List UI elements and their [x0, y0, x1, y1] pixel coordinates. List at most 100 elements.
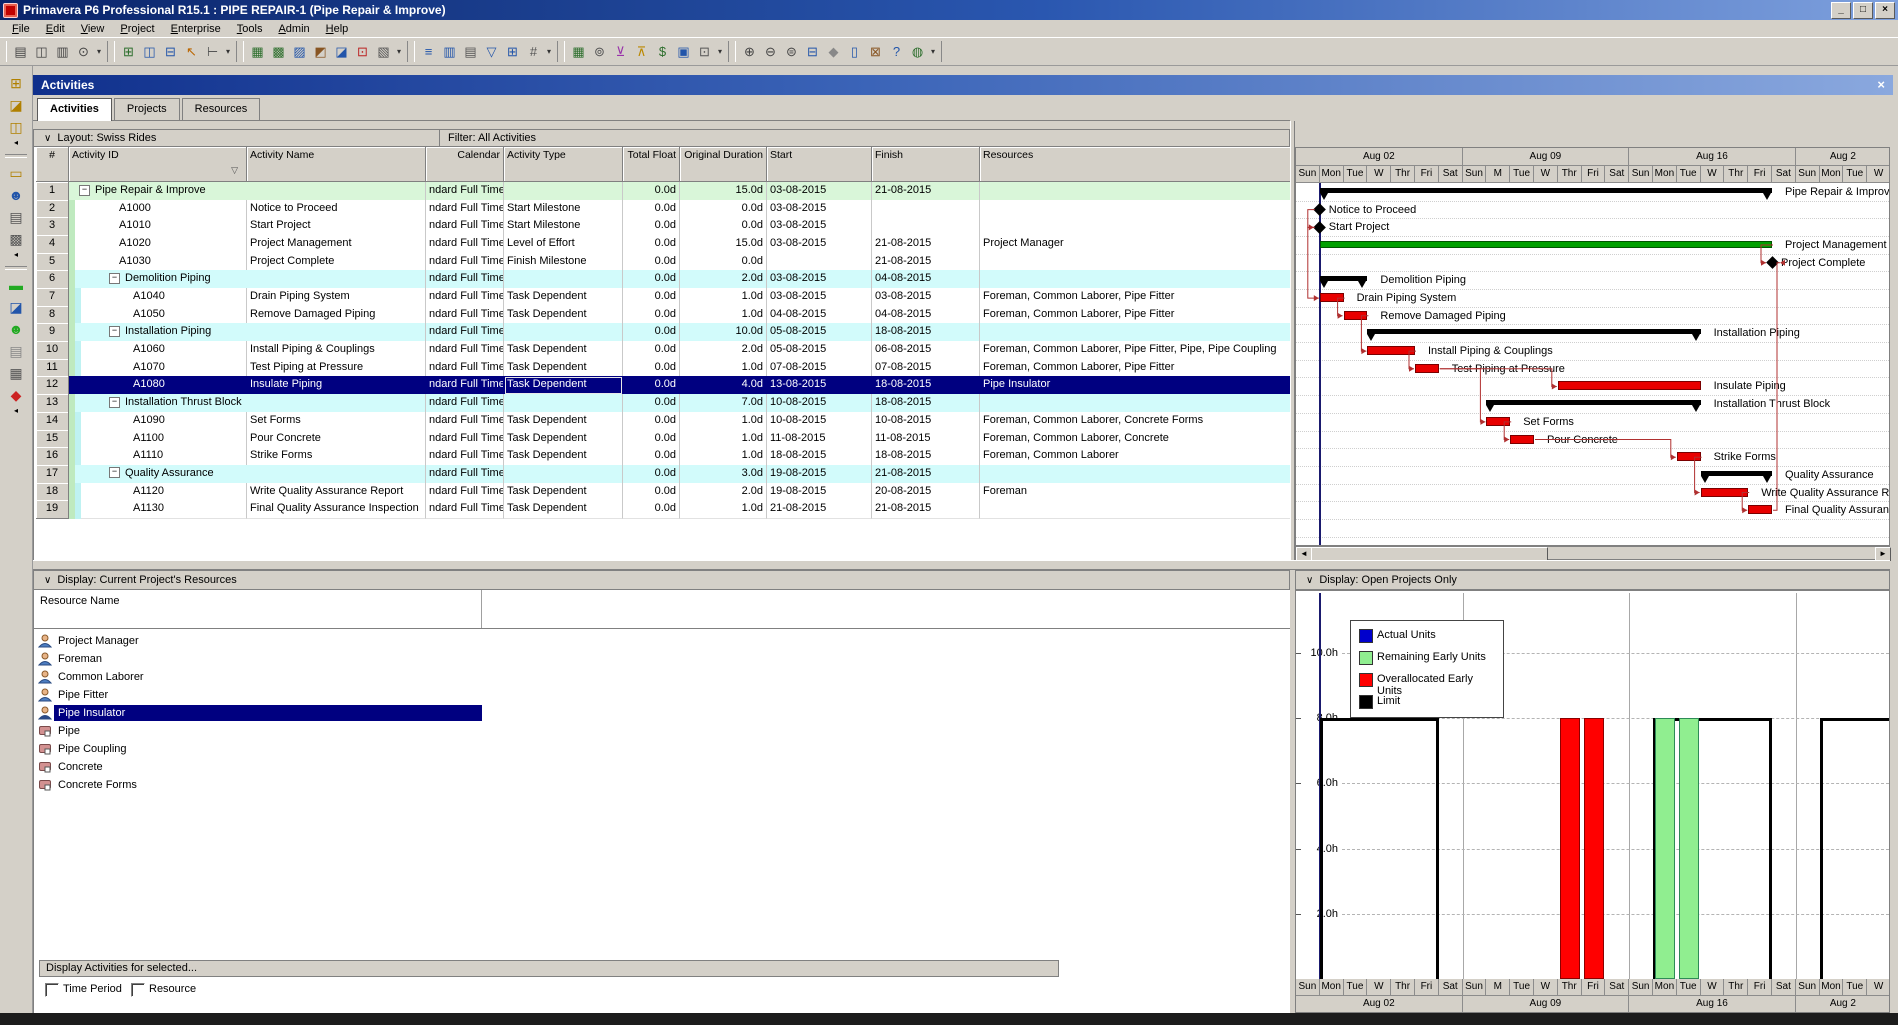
- documents-window-icon[interactable]: ▤: [6, 341, 27, 361]
- resources-view-icon[interactable]: ▨: [290, 42, 309, 61]
- timescale-day-cell[interactable]: Fri: [1581, 166, 1606, 183]
- calendar-cell[interactable]: ndard Full Time: [426, 305, 504, 325]
- gantt-summary-bar[interactable]: [1486, 400, 1701, 406]
- collapse-icon[interactable]: −: [109, 396, 120, 408]
- start-date-cell[interactable]: 03-08-2015: [767, 235, 872, 254]
- activity-id-cell[interactable]: A1090: [69, 411, 247, 431]
- layout-options-bar[interactable]: ∨ Layout: Swiss Rides Filter: All Activi…: [33, 129, 1290, 147]
- total-float-cell[interactable]: 0.0d: [623, 323, 680, 343]
- start-date-cell[interactable]: 10-08-2015: [767, 394, 872, 413]
- finish-date-cell[interactable]: 21-08-2015: [872, 464, 980, 484]
- calendar-cell[interactable]: ndard Full Time: [426, 217, 504, 237]
- resources-cell[interactable]: [980, 199, 1290, 219]
- timescale-day-cell[interactable]: Mon: [1319, 166, 1344, 183]
- resources-cell[interactable]: Pipe Insulator: [980, 376, 1290, 396]
- activity-name-cell[interactable]: Pour Concrete: [247, 429, 426, 449]
- total-float-cell[interactable]: 0.0d: [623, 411, 680, 431]
- timescale-day-cell[interactable]: Tue: [1676, 166, 1701, 183]
- schedule-icon[interactable]: ▦: [569, 42, 588, 61]
- activity-name-cell[interactable]: Remove Damaged Piping: [247, 305, 426, 325]
- resources-cell[interactable]: Foreman, Common Laborer, Concrete: [980, 429, 1290, 449]
- activity-name-cell[interactable]: Drain Piping System: [247, 288, 426, 307]
- resources-cell[interactable]: Foreman, Common Laborer, Pipe Fitter, Pi…: [980, 341, 1290, 360]
- activities-window-icon[interactable]: ▬: [6, 275, 27, 295]
- column-header--[interactable]: #: [36, 147, 69, 182]
- total-float-cell[interactable]: 0.0d: [623, 199, 680, 219]
- activity-id-cell[interactable]: A1010: [69, 217, 247, 237]
- column-header-original-duration[interactable]: Original Duration: [680, 147, 767, 182]
- activity-type-cell[interactable]: Task Dependent: [504, 341, 623, 360]
- chevron-down-icon[interactable]: ∨: [44, 133, 51, 144]
- start-date-cell[interactable]: 10-08-2015: [767, 411, 872, 431]
- bars-icon[interactable]: ≡: [419, 42, 438, 61]
- resource-list-item[interactable]: Concrete: [36, 758, 1290, 776]
- resource-list-item[interactable]: Foreman: [36, 650, 1290, 668]
- cost-icon[interactable]: $: [653, 42, 672, 61]
- calendar-cell[interactable]: ndard Full Time: [426, 429, 504, 449]
- total-float-cell[interactable]: 0.0d: [623, 500, 680, 519]
- timescale-week-cell[interactable]: Aug 02: [1296, 148, 1463, 166]
- original-duration-cell[interactable]: 15.0d: [680, 235, 767, 254]
- finish-date-cell[interactable]: 18-08-2015: [872, 394, 980, 413]
- calendar-cell[interactable]: ndard Full Time: [426, 411, 504, 431]
- total-float-cell[interactable]: 0.0d: [623, 252, 680, 272]
- calendar-cell[interactable]: ndard Full Time: [426, 394, 504, 413]
- timescale-day-cell[interactable]: Tue: [1343, 166, 1368, 183]
- column-header-calendar[interactable]: Calendar: [426, 147, 504, 182]
- activity-id-cell[interactable]: A1070: [69, 358, 247, 378]
- layout-icon[interactable]: ◫: [140, 42, 159, 61]
- gantt-task-bar[interactable]: [1700, 487, 1749, 497]
- timescale-day-cell[interactable]: W: [1867, 166, 1889, 183]
- activity-type-cell[interactable]: [504, 394, 623, 413]
- timescale-day-cell[interactable]: Sat: [1438, 166, 1463, 183]
- tab-projects[interactable]: Projects: [113, 98, 180, 120]
- table-font-icon[interactable]: ▤: [461, 42, 480, 61]
- start-date-cell[interactable]: 18-08-2015: [767, 447, 872, 466]
- column-header-total-float[interactable]: Total Float: [623, 147, 680, 182]
- calendar-cell[interactable]: ndard Full Time: [426, 182, 504, 201]
- scroll-left-arrow[interactable]: ◄: [1296, 547, 1312, 561]
- original-duration-cell[interactable]: 4.0d: [680, 376, 767, 396]
- resources-cell[interactable]: Foreman: [980, 482, 1290, 502]
- timescale-day-cell[interactable]: M: [1486, 166, 1511, 183]
- risks-window-icon[interactable]: ◆: [6, 385, 27, 405]
- activity-id-cell[interactable]: A1080: [69, 376, 247, 396]
- activity-name-cell[interactable]: Project Management: [247, 235, 426, 254]
- timescale-day-cell[interactable]: W: [1700, 166, 1725, 183]
- resources-cell[interactable]: [980, 217, 1290, 237]
- import-project-icon[interactable]: ◫: [6, 117, 27, 137]
- activity-name-cell[interactable]: Strike Forms: [247, 447, 426, 466]
- split-icon[interactable]: ⊟: [803, 42, 822, 61]
- attachment-icon[interactable]: ◆: [824, 42, 843, 61]
- activity-id-cell[interactable]: A1110: [69, 447, 247, 466]
- close-icon[interactable]: ×: [1877, 77, 1885, 92]
- gantt-task-bar[interactable]: [1343, 310, 1368, 320]
- resources-cell[interactable]: [980, 252, 1290, 272]
- activity-name-cell[interactable]: Insulate Piping: [247, 376, 426, 396]
- column-header-activity-name[interactable]: Activity Name: [247, 147, 426, 182]
- timescale-day-cell[interactable]: Fri: [1748, 166, 1772, 183]
- dropdown-caret-icon[interactable]: ▾: [716, 42, 724, 61]
- original-duration-cell[interactable]: 3.0d: [680, 464, 767, 484]
- original-duration-cell[interactable]: 2.0d: [680, 341, 767, 360]
- chevron-down-icon[interactable]: ∨: [1306, 575, 1313, 586]
- row-number-cell[interactable]: 19: [36, 500, 69, 519]
- timescale-week-cell[interactable]: Aug 16: [1629, 148, 1796, 166]
- activity-type-cell[interactable]: Task Dependent: [504, 358, 623, 378]
- menu-item-admin[interactable]: Admin: [270, 21, 317, 37]
- zoom-out-icon[interactable]: ⊖: [761, 42, 780, 61]
- gantt-task-bar[interactable]: [1748, 505, 1772, 515]
- gantt-milestone-icon[interactable]: [1313, 220, 1327, 234]
- timescale-week-cell[interactable]: Aug 09: [1462, 148, 1630, 166]
- activity-name-cell[interactable]: Final Quality Assurance Inspection: [247, 500, 426, 519]
- tab-activities[interactable]: Activities: [37, 98, 112, 121]
- resources-cell[interactable]: [980, 323, 1290, 343]
- original-duration-cell[interactable]: 15.0d: [680, 182, 767, 201]
- start-date-cell[interactable]: 13-08-2015: [767, 376, 872, 396]
- menu-item-tools[interactable]: Tools: [229, 21, 271, 37]
- gantt-summary-bar[interactable]: [1319, 188, 1772, 193]
- column-header-resources[interactable]: Resources: [980, 147, 1290, 182]
- gantt-milestone-icon[interactable]: [1313, 203, 1327, 217]
- print-preview-icon[interactable]: ◫: [32, 42, 51, 61]
- tracking-view-icon[interactable]: ◪: [332, 42, 351, 61]
